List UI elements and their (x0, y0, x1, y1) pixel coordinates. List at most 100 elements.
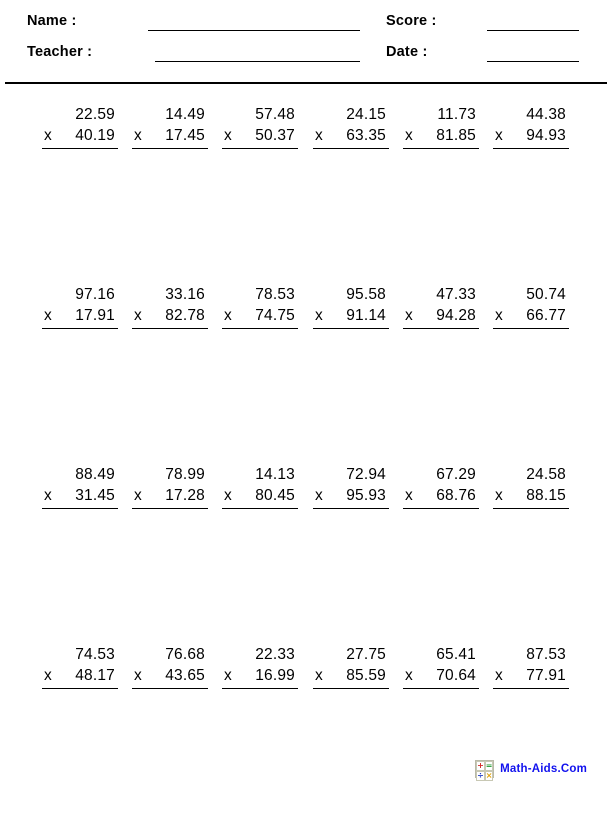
math-aids-logo[interactable]: + = ÷ × Math-Aids.Com (475, 760, 587, 781)
multiplier-row: x 17.45 (132, 125, 208, 149)
problem: 57.48 x 50.37 (222, 104, 298, 149)
multiply-operator: x (224, 307, 232, 324)
multiplier-row: x 31.45 (42, 485, 118, 509)
multiplier-row: x 94.28 (403, 305, 479, 329)
multiply-operator: x (224, 487, 232, 504)
multiply-operator: x (134, 667, 142, 684)
teacher-input-line[interactable] (155, 61, 360, 62)
multiplicand: 87.53 (526, 646, 566, 663)
multiplier-row: x 16.99 (222, 665, 298, 689)
multiplier-row: x 95.93 (313, 485, 389, 509)
multiplier: 48.17 (75, 667, 115, 684)
problem-row: 88.49 x 31.45 78.99 x 17.28 14.13 x 80.45 72.94 x 9… (0, 464, 612, 644)
multiplier-row: x 81.85 (403, 125, 479, 149)
multiply-operator: x (224, 127, 232, 144)
times-icon: × (484, 771, 494, 781)
problem: 24.58 x 88.15 (493, 464, 569, 509)
multiplicand: 95.58 (346, 286, 386, 303)
divide-icon: ÷ (476, 771, 485, 781)
multiplier: 74.75 (255, 307, 295, 324)
plus-icon: + (476, 761, 485, 771)
multiplier: 80.45 (255, 487, 295, 504)
multiply-operator: x (495, 127, 503, 144)
multiplier-row: x 17.28 (132, 485, 208, 509)
multiplier-row: x 43.65 (132, 665, 208, 689)
multiply-operator: x (224, 667, 232, 684)
multiplier: 66.77 (526, 307, 566, 324)
problem: 88.49 x 31.45 (42, 464, 118, 509)
multiplier: 70.64 (436, 667, 476, 684)
multiplicand: 27.75 (346, 646, 386, 663)
multiplier-row: x 66.77 (493, 305, 569, 329)
problem: 65.41 x 70.64 (403, 644, 479, 689)
multiply-operator: x (44, 667, 52, 684)
multiply-operator: x (134, 307, 142, 324)
multiply-operator: x (44, 307, 52, 324)
problem: 14.49 x 17.45 (132, 104, 208, 149)
problem-row: 97.16 x 17.91 33.16 x 82.78 78.53 x 74.75 95.58 x 9… (0, 284, 612, 464)
multiplicand: 65.41 (436, 646, 476, 663)
multiplier: 95.93 (346, 487, 386, 504)
problem: 44.38 x 94.93 (493, 104, 569, 149)
multiplier-row: x 63.35 (313, 125, 389, 149)
multiplier-row: x 91.14 (313, 305, 389, 329)
multiply-operator: x (405, 307, 413, 324)
multiplier: 40.19 (75, 127, 115, 144)
multiplier-row: x 88.15 (493, 485, 569, 509)
date-label: Date : (386, 44, 428, 60)
multiply-operator: x (495, 487, 503, 504)
multiplier-row: x 68.76 (403, 485, 479, 509)
multiply-operator: x (405, 487, 413, 504)
multiplicand: 50.74 (526, 286, 566, 303)
problem: 22.59 x 40.19 (42, 104, 118, 149)
score-label: Score : (386, 13, 437, 29)
multiply-operator: x (405, 127, 413, 144)
multiplier-row: x 48.17 (42, 665, 118, 689)
multiplicand: 33.16 (165, 286, 205, 303)
multiplier: 17.28 (165, 487, 205, 504)
multiply-operator: x (315, 127, 323, 144)
equals-icon: = (484, 761, 494, 771)
problem: 74.53 x 48.17 (42, 644, 118, 689)
worksheet-header: Name : Teacher : Score : Date : (0, 0, 612, 84)
multiplicand: 14.13 (255, 466, 295, 483)
multiply-operator: x (44, 487, 52, 504)
multiply-operator: x (495, 307, 503, 324)
multiplicand: 78.53 (255, 286, 295, 303)
multiplier: 81.85 (436, 127, 476, 144)
multiplier: 91.14 (346, 307, 386, 324)
multiplier-row: x 50.37 (222, 125, 298, 149)
multiplier-row: x 85.59 (313, 665, 389, 689)
site-name-label: Math-Aids.Com (500, 763, 587, 775)
multiplier: 88.15 (526, 487, 566, 504)
multiply-operator: x (495, 667, 503, 684)
multiplier: 17.91 (75, 307, 115, 324)
multiplier: 43.65 (165, 667, 205, 684)
multiplier-row: x 82.78 (132, 305, 208, 329)
multiplier-row: x 77.91 (493, 665, 569, 689)
multiply-operator: x (405, 667, 413, 684)
name-input-line[interactable] (148, 30, 360, 31)
multiplicand: 97.16 (75, 286, 115, 303)
multiplicand: 44.38 (526, 106, 566, 123)
multiplicand: 76.68 (165, 646, 205, 663)
teacher-label: Teacher : (27, 44, 93, 60)
problem: 97.16 x 17.91 (42, 284, 118, 329)
multiplier: 50.37 (255, 127, 295, 144)
multiply-operator: x (315, 487, 323, 504)
problem: 95.58 x 91.14 (313, 284, 389, 329)
multiplier-row: x 80.45 (222, 485, 298, 509)
multiplier-row: x 40.19 (42, 125, 118, 149)
multiplier: 63.35 (346, 127, 386, 144)
score-input-line[interactable] (487, 30, 579, 31)
problem: 27.75 x 85.59 (313, 644, 389, 689)
date-input-line[interactable] (487, 61, 579, 62)
problem: 33.16 x 82.78 (132, 284, 208, 329)
multiplicand: 74.53 (75, 646, 115, 663)
problem: 72.94 x 95.93 (313, 464, 389, 509)
multiplicand: 22.59 (75, 106, 115, 123)
multiplicand: 24.15 (346, 106, 386, 123)
multiply-operator: x (315, 307, 323, 324)
math-symbols-icon: + = ÷ × (475, 760, 495, 781)
multiplier-row: x 74.75 (222, 305, 298, 329)
